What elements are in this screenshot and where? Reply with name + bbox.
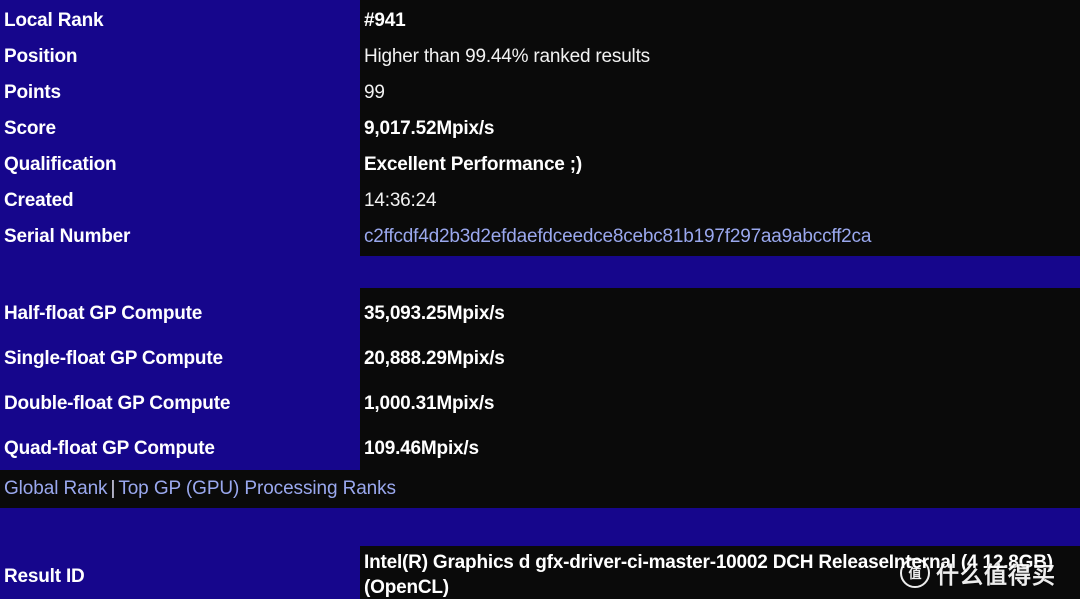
row-label-created: Created bbox=[4, 190, 74, 211]
spacer-blue-band bbox=[0, 508, 1080, 546]
row-value-position: Higher than 99.44% ranked results bbox=[364, 46, 650, 67]
rank-links: Global Rank | Top GP (GPU) Processing Rank… bbox=[4, 478, 396, 500]
row-label-qualification: Qualification bbox=[4, 154, 117, 175]
row-label-serial-number: Serial Number bbox=[4, 226, 131, 247]
row-value-single-float-gp-compute: 20,888.29Mpix/s bbox=[364, 348, 505, 369]
row-value-created: 14:36:24 bbox=[364, 190, 437, 211]
row-label-position: Position bbox=[4, 46, 78, 67]
link-top-gp-processing-ranks[interactable]: Top GP (GPU) Processing Ranks bbox=[118, 478, 396, 499]
row-value-quad-float-gp-compute: 109.46Mpix/s bbox=[364, 438, 479, 459]
row-value-serial-number[interactable]: c2ffcdf4d2b3d2efdaefdceedce8cebc81b197f2… bbox=[364, 226, 871, 248]
row-value-qualification: Excellent Performance ;) bbox=[364, 154, 583, 175]
row-value-result-id: Intel(R) Graphics d gfx-driver-ci-master… bbox=[364, 552, 1053, 598]
row-value-half-float-gp-compute: 35,093.25Mpix/s bbox=[364, 303, 505, 324]
row-label-quad-float-gp-compute: Quad-float GP Compute bbox=[4, 438, 215, 459]
row-label-half-float-gp-compute: Half-float GP Compute bbox=[4, 303, 203, 324]
section-gap-band bbox=[0, 256, 1080, 288]
row-label-points: Points bbox=[4, 82, 61, 103]
row-label-double-float-gp-compute: Double-float GP Compute bbox=[4, 393, 231, 414]
row-value-score: 9,017.52Mpix/s bbox=[364, 118, 495, 139]
link-global-rank[interactable]: Global Rank bbox=[4, 478, 108, 499]
link-separator: | bbox=[110, 478, 116, 499]
benchmark-result-panel: Local Rank #941 Position Higher than 99.… bbox=[0, 0, 1080, 599]
row-value-double-float-gp-compute: 1,000.31Mpix/s bbox=[364, 393, 495, 414]
row-label-score: Score bbox=[4, 118, 56, 139]
row-value-local-rank: #941 bbox=[364, 10, 406, 31]
row-label-result-id: Result ID bbox=[4, 566, 85, 587]
row-label-single-float-gp-compute: Single-float GP Compute bbox=[4, 348, 223, 369]
row-label-local-rank: Local Rank bbox=[4, 10, 104, 31]
row-value-points: 99 bbox=[364, 82, 385, 103]
